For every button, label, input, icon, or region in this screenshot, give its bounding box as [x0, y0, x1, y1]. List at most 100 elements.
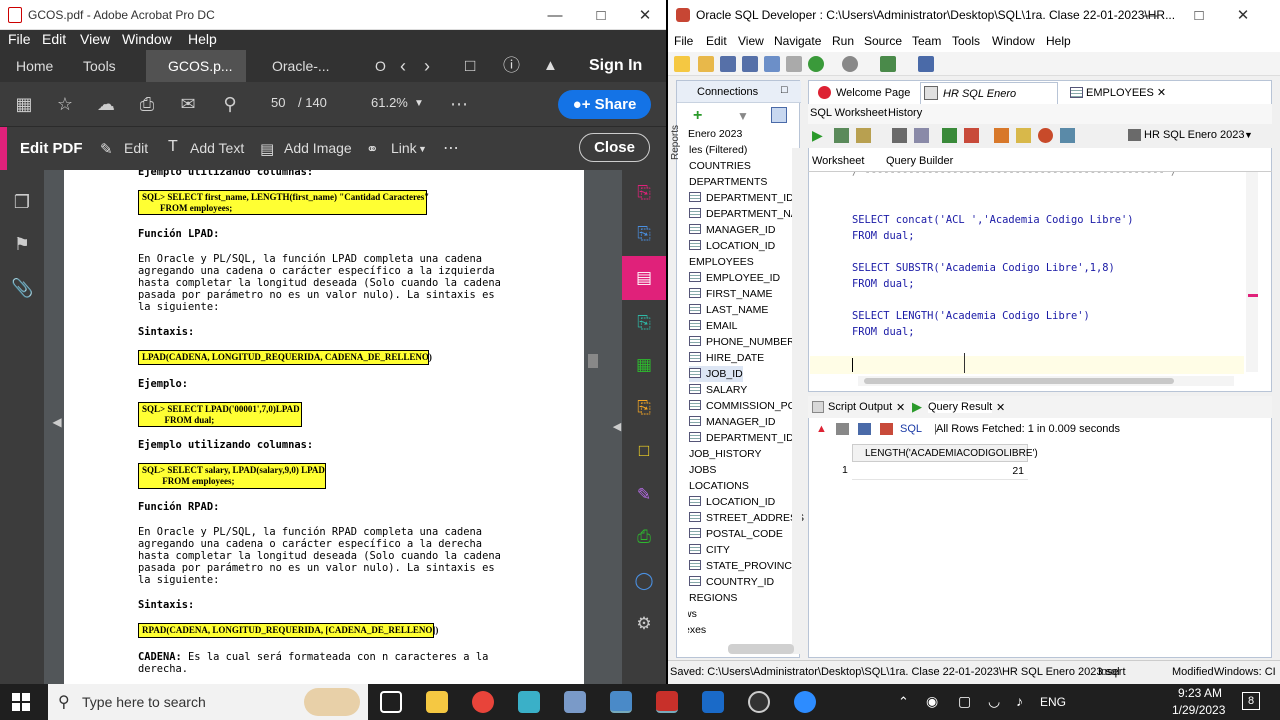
- explain-plan-icon[interactable]: [892, 128, 907, 143]
- upload-cloud-icon[interactable]: ☁: [95, 93, 117, 115]
- notepad-icon[interactable]: [518, 691, 540, 713]
- tool-icon[interactable]: [564, 691, 586, 713]
- tree-item[interactable]: SALARY: [689, 382, 747, 398]
- print-production-icon[interactable]: ⎙: [633, 526, 655, 548]
- binoculars-icon[interactable]: [918, 56, 934, 72]
- tab-query-builder[interactable]: Query Builder: [886, 155, 953, 167]
- attachment-icon[interactable]: 📎: [11, 278, 33, 300]
- share-button[interactable]: ●+ Share: [558, 90, 651, 119]
- sql-link[interactable]: SQL: [900, 423, 922, 435]
- editor-hscroll[interactable]: [858, 376, 1234, 386]
- undo-icon[interactable]: [764, 56, 780, 72]
- schema-browser-icon[interactable]: [771, 107, 787, 123]
- tree-item[interactable]: MANAGER_ID: [689, 222, 775, 238]
- sqldev-menu-source[interactable]: Source: [864, 34, 902, 48]
- connection-dropdown-icon[interactable]: ▼: [1244, 126, 1253, 144]
- menu-view[interactable]: View: [80, 31, 110, 47]
- menu-file[interactable]: File: [8, 31, 31, 47]
- sqldeveloper-taskbar-icon[interactable]: [610, 691, 632, 713]
- grid-cell-value[interactable]: 21: [852, 462, 1028, 480]
- scan-icon[interactable]: ⎘: [633, 397, 655, 419]
- tree-item[interactable]: REGIONS: [689, 590, 737, 606]
- tree-item[interactable]: MANAGER_ID: [689, 414, 775, 430]
- tree-item[interactable]: CITY: [689, 542, 730, 558]
- forward-icon[interactable]: [808, 56, 824, 72]
- more-options-icon[interactable]: ⋯: [448, 93, 470, 115]
- outlook-icon[interactable]: [702, 691, 724, 713]
- format-icon[interactable]: [1060, 128, 1075, 143]
- tree-item[interactable]: les (Filtered): [689, 142, 747, 158]
- tab-history[interactable]: History: [888, 107, 922, 119]
- pin-icon[interactable]: ▲: [816, 423, 827, 435]
- page-number-input[interactable]: 50: [271, 95, 285, 110]
- tree-item[interactable]: ws: [688, 606, 697, 622]
- more-tools-icon[interactable]: ⚙: [633, 613, 655, 635]
- tree-item[interactable]: POSTAL_CODE: [689, 526, 783, 542]
- tree-item[interactable]: LOCATION_ID: [689, 238, 775, 254]
- print-icon[interactable]: ⎙: [136, 93, 158, 115]
- file-explorer-icon[interactable]: [426, 691, 448, 713]
- clock-time[interactable]: 9:23 AM: [1178, 686, 1222, 700]
- save-icon[interactable]: ▦: [13, 93, 35, 115]
- editor-hscroll-thumb[interactable]: [864, 378, 1174, 384]
- sqldev-menu-help[interactable]: Help: [1046, 34, 1071, 48]
- migrate-icon[interactable]: [880, 56, 896, 72]
- sqldev-maximize-button[interactable]: □: [1176, 0, 1222, 30]
- tab-hr-sql[interactable]: HR SQL Enero 2023.sql ✕: [920, 82, 1058, 122]
- panel-minimize-icon[interactable]: □: [781, 84, 788, 96]
- protect-shield-icon[interactable]: ◯: [633, 570, 655, 592]
- tree-item[interactable]: STATE_PROVINCE: [689, 558, 799, 574]
- zoom-dropdown-icon[interactable]: ▼: [414, 98, 424, 109]
- tree-item[interactable]: LAST_NAME: [689, 302, 768, 318]
- close-edit-button[interactable]: Close: [579, 133, 650, 162]
- edit-button[interactable]: Edit: [124, 140, 148, 156]
- taskbar-search-box[interactable]: ⚲ Type here to search: [48, 684, 368, 720]
- rollback-icon[interactable]: [964, 128, 979, 143]
- chevron-left-icon[interactable]: ‹: [400, 50, 406, 82]
- grid-column-header[interactable]: LENGTH('ACADEMIACODIGOLIBRE'): [852, 444, 1038, 462]
- sql-tuning-icon[interactable]: [914, 128, 929, 143]
- history-icon[interactable]: [1038, 128, 1053, 143]
- comment-icon[interactable]: □: [465, 50, 475, 82]
- redo-icon[interactable]: [786, 56, 802, 72]
- tab-script-output[interactable]: Script Output: [828, 401, 892, 413]
- tab-gcos[interactable]: GCOS.p... ✕: [146, 50, 246, 106]
- fill-sign-icon[interactable]: ✎: [633, 484, 655, 506]
- run-statement-icon[interactable]: ▶: [812, 128, 827, 143]
- new-file-icon[interactable]: [674, 56, 690, 72]
- tab-oracle[interactable]: Oracle-...: [272, 50, 330, 82]
- connections-hscroll-thumb[interactable]: [728, 644, 794, 654]
- add-text-button[interactable]: Add Text: [190, 140, 244, 156]
- tree-item[interactable]: DEPARTMENT_NA: [689, 206, 798, 222]
- autotrace-icon[interactable]: [856, 128, 871, 143]
- tree-item[interactable]: EMAIL: [689, 318, 738, 334]
- help-icon[interactable]: ⓘ: [503, 50, 520, 82]
- chrome-icon[interactable]: [472, 691, 494, 713]
- save-all-icon[interactable]: [742, 56, 758, 72]
- clock-date[interactable]: 1/29/2023: [1172, 703, 1225, 717]
- tree-item[interactable]: EMPLOYEE_ID: [689, 270, 780, 286]
- refresh-icon[interactable]: [858, 423, 871, 435]
- editor-vscroll[interactable]: [1246, 172, 1258, 372]
- connection-selector[interactable]: HR SQL Enero 2023 ▼: [1126, 126, 1254, 144]
- bell-icon[interactable]: ▲: [543, 50, 558, 82]
- open-folder-icon[interactable]: [698, 56, 714, 72]
- zoom-level[interactable]: 61.2%: [371, 95, 408, 110]
- tree-item[interactable]: DEPARTMENT_ID: [689, 430, 794, 446]
- wifi-icon[interactable]: ◡: [988, 693, 1000, 710]
- tree-item[interactable]: HIRE_DATE: [689, 350, 764, 366]
- connections-tab[interactable]: Connections: [697, 86, 758, 98]
- pages-icon[interactable]: ❐: [11, 192, 33, 214]
- more-edit-icon[interactable]: ⋯: [443, 138, 459, 158]
- chevron-right-icon[interactable]: ›: [424, 50, 430, 82]
- create-pdf-icon[interactable]: ⎘: [633, 223, 655, 245]
- cancel-fetch-icon[interactable]: [880, 423, 893, 435]
- tab-query-result[interactable]: Query Result: [928, 401, 993, 413]
- tab-other[interactable]: O: [375, 50, 386, 82]
- compress-icon[interactable]: ▦: [633, 354, 655, 376]
- tab-tools[interactable]: Tools: [83, 50, 116, 82]
- tree-item[interactable]: exes: [688, 622, 706, 638]
- star-icon[interactable]: ☆: [54, 93, 76, 115]
- add-connection-icon[interactable]: +: [693, 108, 707, 124]
- close-window-button[interactable]: ✕: [622, 0, 666, 30]
